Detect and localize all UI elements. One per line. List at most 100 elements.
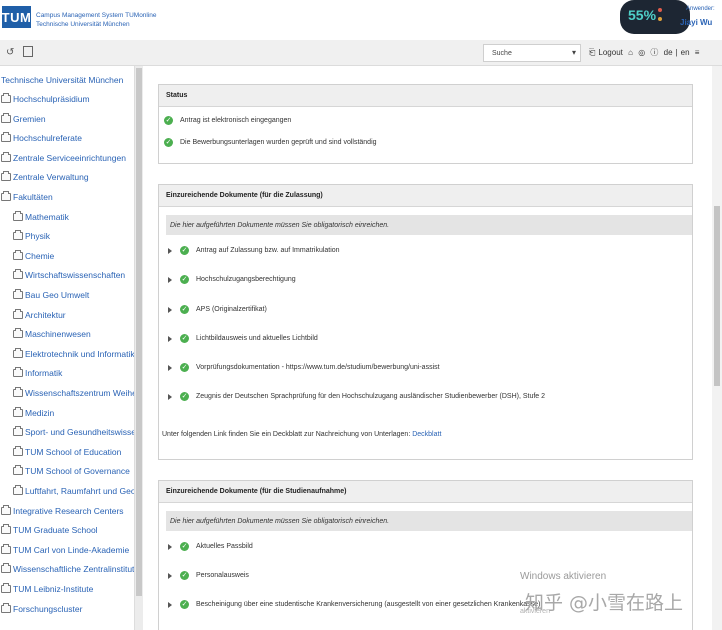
folder-tree-icon[interactable]: [1, 524, 11, 535]
folder-tree-icon[interactable]: [1, 151, 11, 162]
cover-sheet-link[interactable]: Deckblatt: [412, 431, 441, 438]
lang-de-link[interactable]: de: [664, 48, 673, 57]
expand-arrow-icon[interactable]: [168, 247, 172, 254]
folder-tree-icon[interactable]: [13, 249, 23, 260]
chevron-down-icon: ▾: [571, 48, 576, 57]
lang-en-link[interactable]: en: [681, 48, 690, 57]
tree-item[interactable]: Zentrale Serviceeinrichtungen: [1, 151, 126, 163]
logout-icon[interactable]: ⎗: [589, 48, 595, 57]
doc-row[interactable]: ✓ Antrag auf Zulassung bzw. auf Immatrik…: [168, 246, 340, 255]
tree-item[interactable]: Physik: [13, 230, 51, 242]
tree-item[interactable]: Wirtschaftswissenschaften: [13, 269, 125, 280]
tree-item[interactable]: Bau Geo Umwelt: [13, 289, 89, 300]
tree-item[interactable]: Informatik: [13, 367, 62, 378]
folder-tree-icon[interactable]: [13, 308, 23, 319]
folder-tree-icon[interactable]: [13, 406, 23, 417]
doc-row[interactable]: ✓ APS (Originalzertifikat): [168, 305, 267, 314]
tree-item[interactable]: Integrative Research Centers: [1, 504, 124, 516]
tree-item-label: Physik: [25, 231, 51, 242]
doc-row[interactable]: ✓ Zeugnis der Deutschen Sprachprüfung fü…: [168, 392, 545, 401]
sidebar-scrollbar-thumb[interactable]: [136, 68, 142, 596]
folder-tree-icon[interactable]: [1, 93, 11, 103]
doc-row[interactable]: ✓ Personalausweis: [168, 571, 249, 580]
tree-item[interactable]: Medizin: [13, 406, 54, 418]
folder-tree-icon[interactable]: [1, 171, 11, 182]
menu-icon[interactable]: ≡: [695, 48, 700, 57]
folder-tree-icon[interactable]: [1, 132, 11, 143]
zhihu-watermark: 知乎 @小雪在路上: [525, 592, 684, 614]
home-icon[interactable]: ⌂: [628, 48, 633, 57]
folder-tree-icon[interactable]: [13, 445, 23, 456]
doc-row[interactable]: ✓ Hochschulzugangsberechtigung: [168, 275, 296, 284]
tree-item[interactable]: Maschinenwesen: [13, 328, 91, 339]
tree-item[interactable]: Wissenschaftliche Zentralinstitute: [1, 563, 134, 574]
tree-item[interactable]: Luftfahrt, Raumfahrt und Geodäsie: [13, 485, 134, 496]
folder-tree-icon[interactable]: [13, 269, 23, 280]
folder-tree-icon[interactable]: [13, 485, 23, 495]
expand-arrow-icon[interactable]: [168, 364, 172, 371]
folder-tree-icon[interactable]: [13, 387, 23, 397]
doc-label: Zeugnis der Deutschen Sprachprüfung für …: [196, 393, 546, 400]
print-icon[interactable]: [23, 46, 33, 57]
folder-tree-icon[interactable]: [13, 289, 23, 299]
expand-arrow-icon[interactable]: [168, 543, 172, 550]
tree-item[interactable]: Elektrotechnik und Informatik: [13, 347, 134, 359]
doc-row[interactable]: ✓ Lichtbildausweis und aktuelles Lichtbi…: [168, 334, 318, 343]
logout-link[interactable]: Logout: [598, 48, 622, 57]
tree-item[interactable]: TUM Carl von Linde-Akademie: [1, 543, 129, 555]
tree-item[interactable]: Hochschulpräsidium: [1, 93, 90, 104]
main-content: Status ✓ Antrag ist elektronisch eingega…: [143, 66, 713, 630]
main-scrollbar-thumb[interactable]: [714, 206, 720, 386]
folder-tree-icon[interactable]: [13, 230, 23, 241]
tree-item[interactable]: Mathematik: [13, 210, 69, 222]
tree-item[interactable]: Wissenschaftszentrum Weihenstephan: [13, 387, 134, 398]
doc-row[interactable]: ✓ Bescheinigung über eine studentische K…: [168, 600, 540, 609]
tree-item[interactable]: Gremien: [1, 112, 46, 124]
expand-arrow-icon[interactable]: [168, 306, 172, 313]
doc-row[interactable]: ✓ Vorprüfungsdokumentation - https://www…: [168, 363, 440, 372]
folder-tree-icon[interactable]: [13, 347, 23, 358]
folder-tree-icon[interactable]: [13, 328, 23, 339]
tree-item[interactable]: TUM Graduate School: [1, 524, 98, 535]
folder-tree-icon[interactable]: [1, 504, 11, 515]
tree-item-label: Chemie: [25, 250, 55, 261]
tum-logo[interactable]: TUM: [2, 6, 31, 28]
tree-item[interactable]: Architektur: [13, 308, 66, 320]
expand-arrow-icon[interactable]: [168, 572, 172, 579]
expand-arrow-icon[interactable]: [168, 393, 172, 400]
folder-tree-icon[interactable]: [1, 602, 11, 613]
folder-tree-icon[interactable]: [13, 426, 23, 437]
tree-item[interactable]: Hochschulreferate: [1, 132, 82, 143]
expand-arrow-icon[interactable]: [168, 335, 172, 342]
folder-tree-icon[interactable]: [1, 112, 11, 123]
tree-item[interactable]: Fakultäten: [1, 191, 53, 202]
folder-tree-icon[interactable]: [1, 563, 11, 574]
folder-tree-icon[interactable]: [1, 583, 11, 593]
folder-tree-icon[interactable]: [1, 543, 11, 554]
folder-tree-icon[interactable]: [13, 367, 23, 378]
doc-row[interactable]: ✓ Aktuelles Passbild: [168, 542, 253, 551]
search-select[interactable]: Suche ▾: [483, 44, 581, 62]
tree-root[interactable]: Technische Universität München: [1, 75, 123, 85]
tree-item[interactable]: Sport- und Gesundheitswissenschaften: [13, 426, 134, 437]
folder-tree-icon[interactable]: [13, 210, 23, 221]
tree-item[interactable]: TUM School of Governance: [13, 465, 130, 476]
sidebar-scrollbar[interactable]: [134, 66, 143, 630]
folder-tree-icon[interactable]: [1, 191, 11, 201]
tree-item[interactable]: Forschungscluster: [1, 602, 82, 614]
user-name[interactable]: Jiayi Wu: [680, 18, 712, 27]
tree-item[interactable]: Zentrale Verwaltung: [1, 171, 89, 182]
main-scrollbar[interactable]: [712, 66, 722, 630]
check-icon: ✓: [180, 334, 189, 343]
tree-item-label: Wissenschaftszentrum Weihenstephan: [25, 388, 134, 398]
tree-item[interactable]: Chemie: [13, 249, 55, 261]
tree-item[interactable]: TUM School of Education: [13, 445, 121, 457]
folder-tree-icon[interactable]: [13, 465, 23, 476]
help-icon[interactable]: ⓘ: [650, 48, 658, 57]
globe-icon[interactable]: ◎: [638, 48, 645, 57]
refresh-icon[interactable]: ↺: [6, 47, 14, 58]
tree-item[interactable]: TUM Leibniz-Institute: [1, 583, 93, 594]
check-icon: ✓: [180, 542, 189, 551]
expand-arrow-icon[interactable]: [168, 601, 172, 608]
expand-arrow-icon[interactable]: [168, 276, 172, 283]
